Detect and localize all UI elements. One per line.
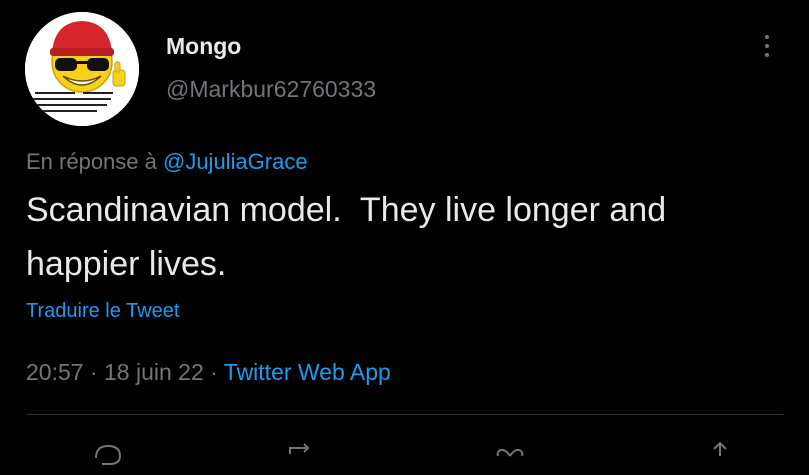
avatar-meme-image: [25, 12, 139, 126]
tweet-detail: Mongo @Markbur62760333 En réponse à @Juj…: [0, 0, 809, 465]
reply-icon[interactable]: [88, 440, 128, 470]
avatar[interactable]: [25, 12, 139, 126]
reply-mention-link[interactable]: @JujuliaGrace: [163, 149, 308, 174]
divider: [26, 414, 783, 415]
retweet-icon[interactable]: [280, 440, 320, 470]
share-icon[interactable]: [700, 440, 740, 470]
tweet-time[interactable]: 20:57: [26, 359, 84, 385]
translate-tweet-link[interactable]: Traduire le Tweet: [26, 300, 179, 323]
like-icon[interactable]: [490, 440, 530, 470]
more-vertical-icon[interactable]: [756, 30, 778, 62]
action-bar: [0, 440, 809, 465]
meta-separator: ·: [203, 359, 224, 385]
meta-separator: ·: [83, 359, 105, 385]
reply-context: En réponse à @JujuliaGrace: [26, 149, 308, 175]
reply-prefix: En réponse à: [26, 149, 163, 174]
tweet-meta: 20:57 · 18 juin 22 · Twitter Web App: [26, 359, 391, 386]
tweet-date[interactable]: 18 juin 22: [104, 359, 204, 385]
user-handle[interactable]: @Markbur62760333: [166, 76, 376, 103]
tweet-source-link[interactable]: Twitter Web App: [224, 359, 391, 385]
display-name[interactable]: Mongo: [166, 33, 241, 60]
tweet-text: Scandinavian model. They live longer and…: [26, 191, 676, 283]
